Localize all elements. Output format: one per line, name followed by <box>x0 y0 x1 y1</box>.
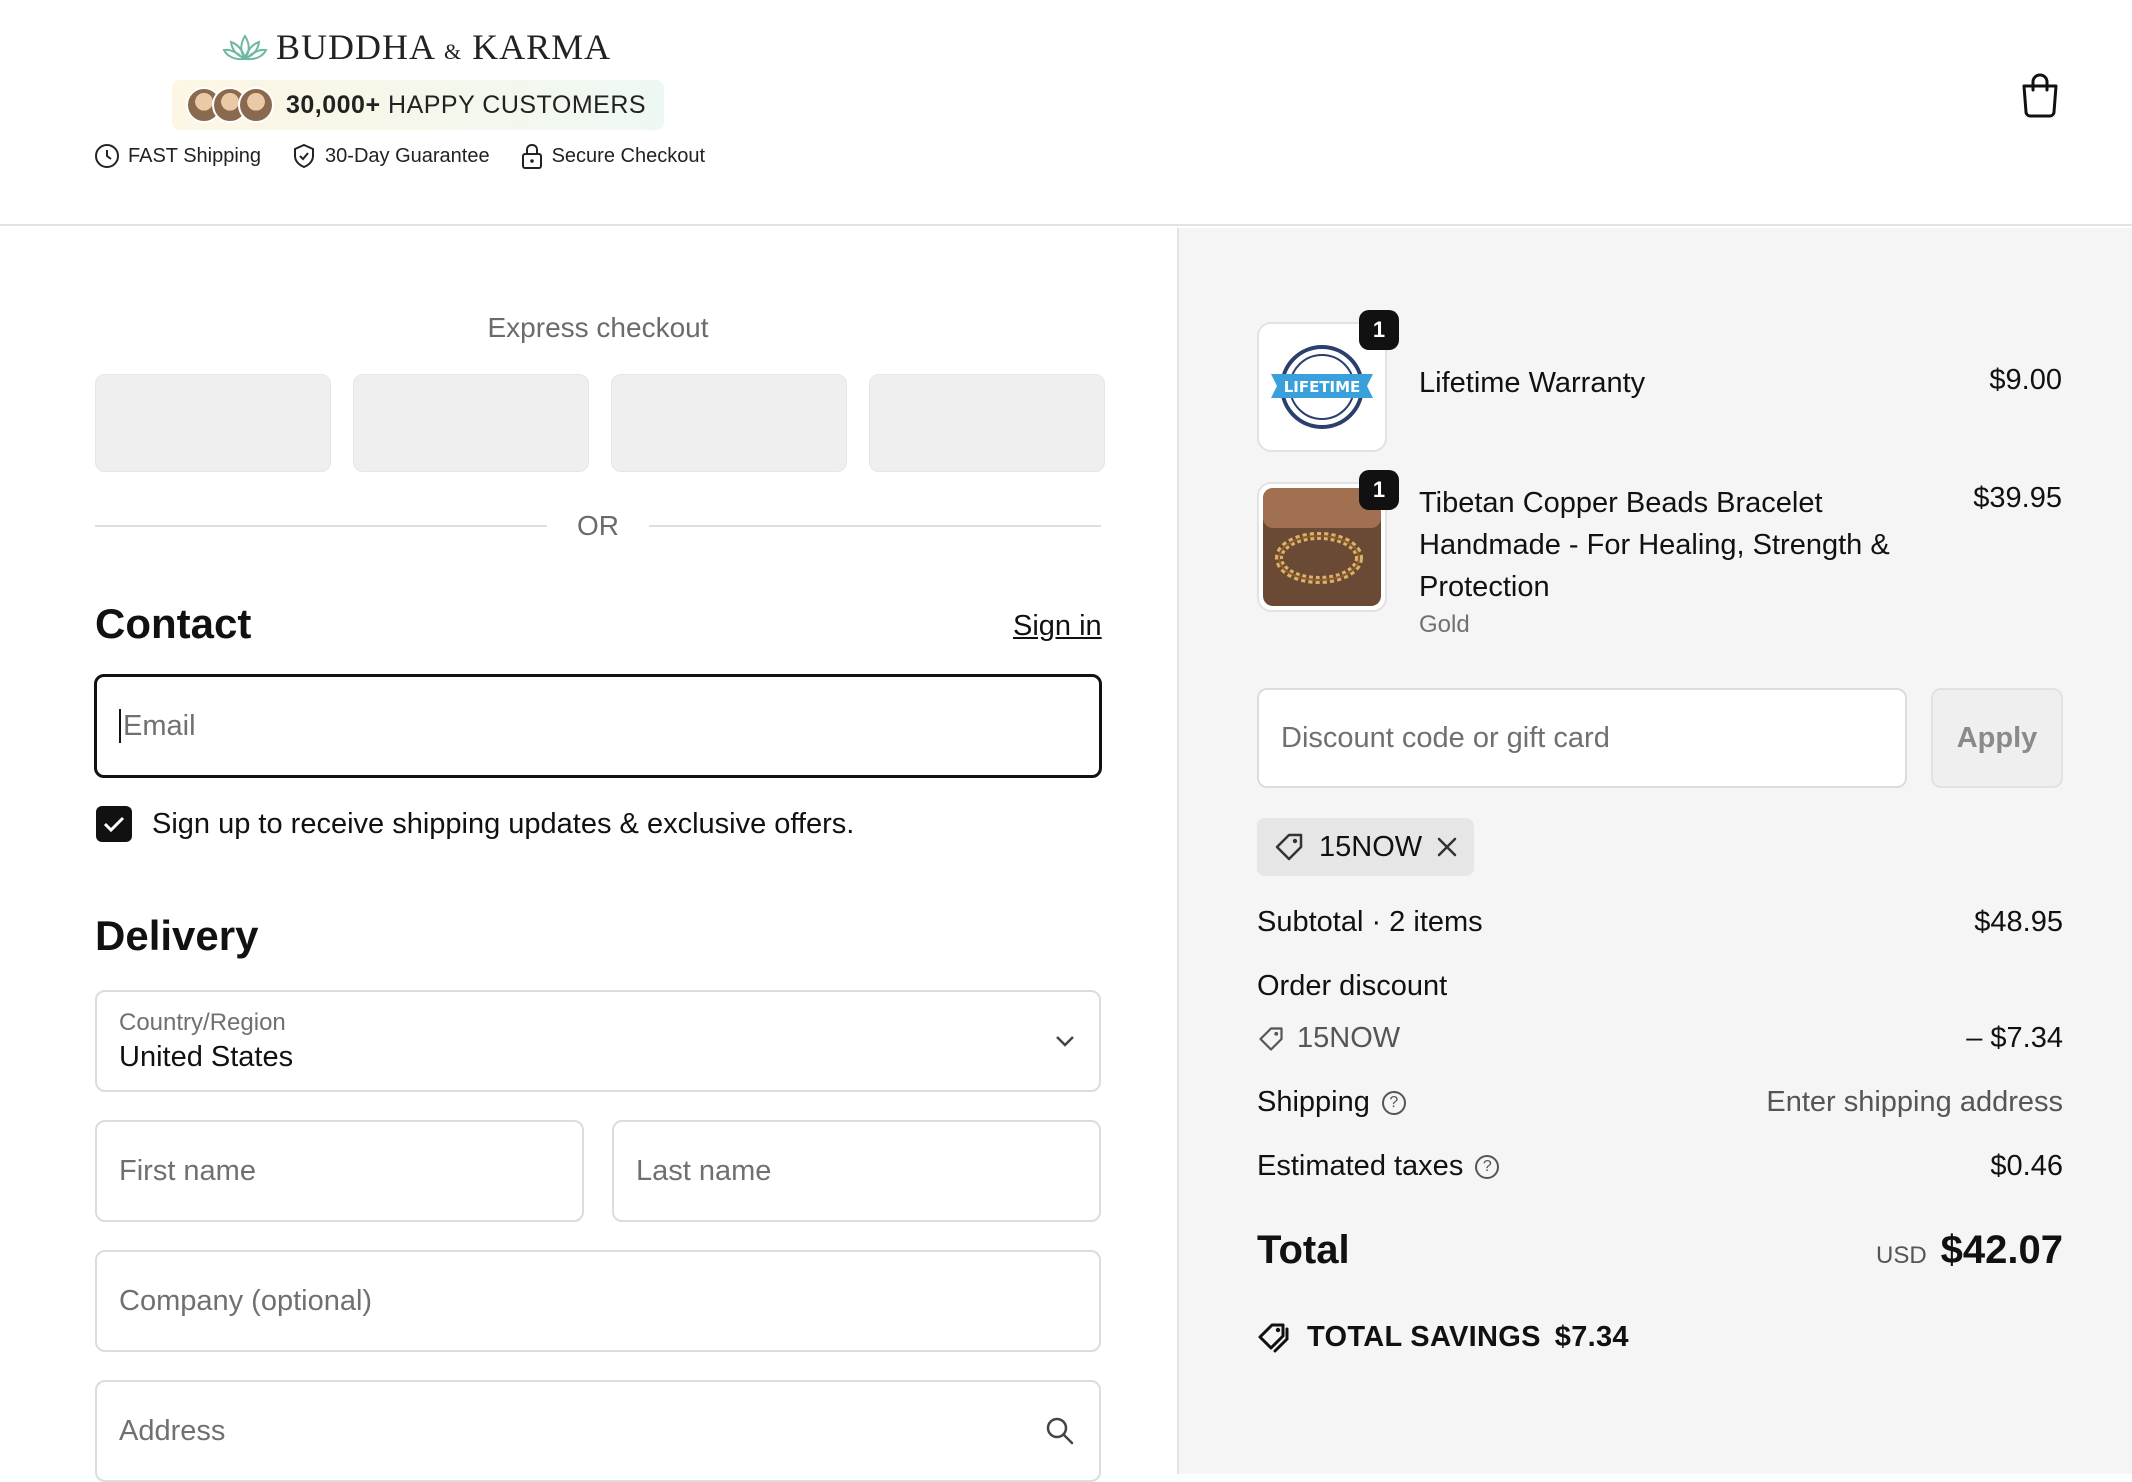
svg-text:LIFETIME: LIFETIME <box>1284 378 1361 396</box>
shopping-bag-icon[interactable] <box>2018 72 2062 118</box>
trust-badge-label: Secure Checkout <box>551 144 706 167</box>
express-pay-button-4[interactable] <box>869 374 1105 472</box>
tag-icon <box>1259 1026 1283 1051</box>
checkmark-icon <box>103 816 125 833</box>
delivery-heading: Delivery <box>95 912 259 959</box>
item-name: Lifetime Warranty <box>1419 367 1646 399</box>
customer-avatars <box>186 87 274 123</box>
express-pay-button-2[interactable] <box>353 374 589 472</box>
order-discount-row: Order discount <box>1257 970 1448 1002</box>
item-price: $9.00 <box>1989 364 2062 396</box>
text-caret <box>119 709 121 743</box>
total-row: Total USD $42.07 <box>1257 1228 2063 1272</box>
page-header: BUDDHA & KARMA 30,000+ HAPPY CUSTOMERS F… <box>0 0 2132 226</box>
trust-badge-shipping: FAST Shipping <box>94 142 261 170</box>
sign-in-link[interactable]: Sign in <box>1013 610 1102 643</box>
trust-badge-guarantee: 30-Day Guarantee <box>291 142 490 170</box>
or-divider: OR <box>95 510 1101 542</box>
item-price: $39.95 <box>1973 482 2062 514</box>
express-pay-button-3[interactable] <box>611 374 847 472</box>
express-checkout-title: Express checkout <box>487 312 709 343</box>
item-name-block: Tibetan Copper Beads Bracelet Handmade -… <box>1419 482 1919 642</box>
first-name-field[interactable]: First name <box>95 1120 584 1222</box>
optin-checkbox[interactable] <box>96 806 132 842</box>
cart-item: LIFETIME 1 Lifetime Warranty <box>1257 310 1645 452</box>
trust-badge-label: FAST Shipping <box>128 144 262 167</box>
trust-badges: FAST Shipping 30-Day Guarantee Secure Ch… <box>94 142 705 170</box>
express-pay-button-1[interactable] <box>95 374 331 472</box>
happy-customers-banner: 30,000+ HAPPY CUSTOMERS <box>172 80 665 130</box>
express-checkout-buttons <box>95 374 1105 472</box>
quantity-badge: 1 <box>1359 470 1399 510</box>
taxes-row: Estimated taxes? $0.46 <box>1257 1150 2063 1182</box>
optin-label: Sign up to receive shipping updates & ex… <box>152 807 855 840</box>
email-field[interactable]: Email <box>94 674 1102 778</box>
tag-icon <box>1275 833 1303 861</box>
country-select[interactable]: Country/Region United States <box>95 990 1101 1092</box>
cart-item: 1 Tibetan Copper Beads Bracelet Handmade… <box>1257 470 1890 638</box>
lock-icon <box>521 143 542 169</box>
quantity-badge: 1 <box>1359 310 1399 350</box>
search-icon <box>1046 1417 1074 1445</box>
applied-discount-chip: 15NOW <box>1257 818 1475 876</box>
item-thumbnail: 1 <box>1257 470 1399 612</box>
help-icon[interactable]: ? <box>1475 1155 1500 1180</box>
trust-badge-secure: Secure Checkout <box>520 142 705 170</box>
item-name: Tibetan Copper Beads Bracelet Handmade -… <box>1419 487 1890 603</box>
apply-discount-button[interactable]: Apply <box>1931 688 2063 788</box>
brand-name: BUDDHA & KARMA <box>276 27 612 67</box>
tags-icon <box>1258 1323 1289 1353</box>
discount-code-row: 15NOW – $7.34 <box>1257 1022 2063 1055</box>
shipping-row: Shipping? Enter shipping address <box>1257 1086 2063 1118</box>
brand-logo[interactable]: BUDDHA & KARMA <box>222 26 611 68</box>
company-field[interactable]: Company (optional) <box>95 1250 1101 1352</box>
item-thumbnail: LIFETIME 1 <box>1257 310 1399 452</box>
lotus-icon <box>222 34 268 61</box>
order-summary: LIFETIME 1 Lifetime Warranty $9.00 1 Tib… <box>1177 228 2132 1474</box>
trust-badge-label: 30-Day Guarantee <box>325 144 490 167</box>
subtotal-row: Subtotal · 2 items $48.95 <box>1257 906 2063 938</box>
item-variant: Gold <box>1419 611 1470 638</box>
help-icon[interactable]: ? <box>1381 1091 1406 1116</box>
chevron-down-icon <box>1056 1036 1074 1047</box>
total-savings: TOTAL SAVINGS $7.34 <box>1257 1320 1629 1354</box>
marketing-optin[interactable]: Sign up to receive shipping updates & ex… <box>96 806 854 842</box>
discount-code-input[interactable]: Discount code or gift card <box>1257 688 1907 788</box>
last-name-field[interactable]: Last name <box>612 1120 1101 1222</box>
clock-icon <box>95 144 119 168</box>
shield-check-icon <box>294 143 315 169</box>
avatar <box>238 87 274 123</box>
contact-heading: Contact <box>95 600 252 647</box>
happy-customers-text: 30,000+ HAPPY CUSTOMERS <box>286 90 647 119</box>
address-field[interactable]: Address <box>95 1380 1101 1482</box>
close-icon[interactable] <box>1436 836 1458 858</box>
checkout-form: Express checkout OR Contact Sign in Emai… <box>0 228 1177 1482</box>
